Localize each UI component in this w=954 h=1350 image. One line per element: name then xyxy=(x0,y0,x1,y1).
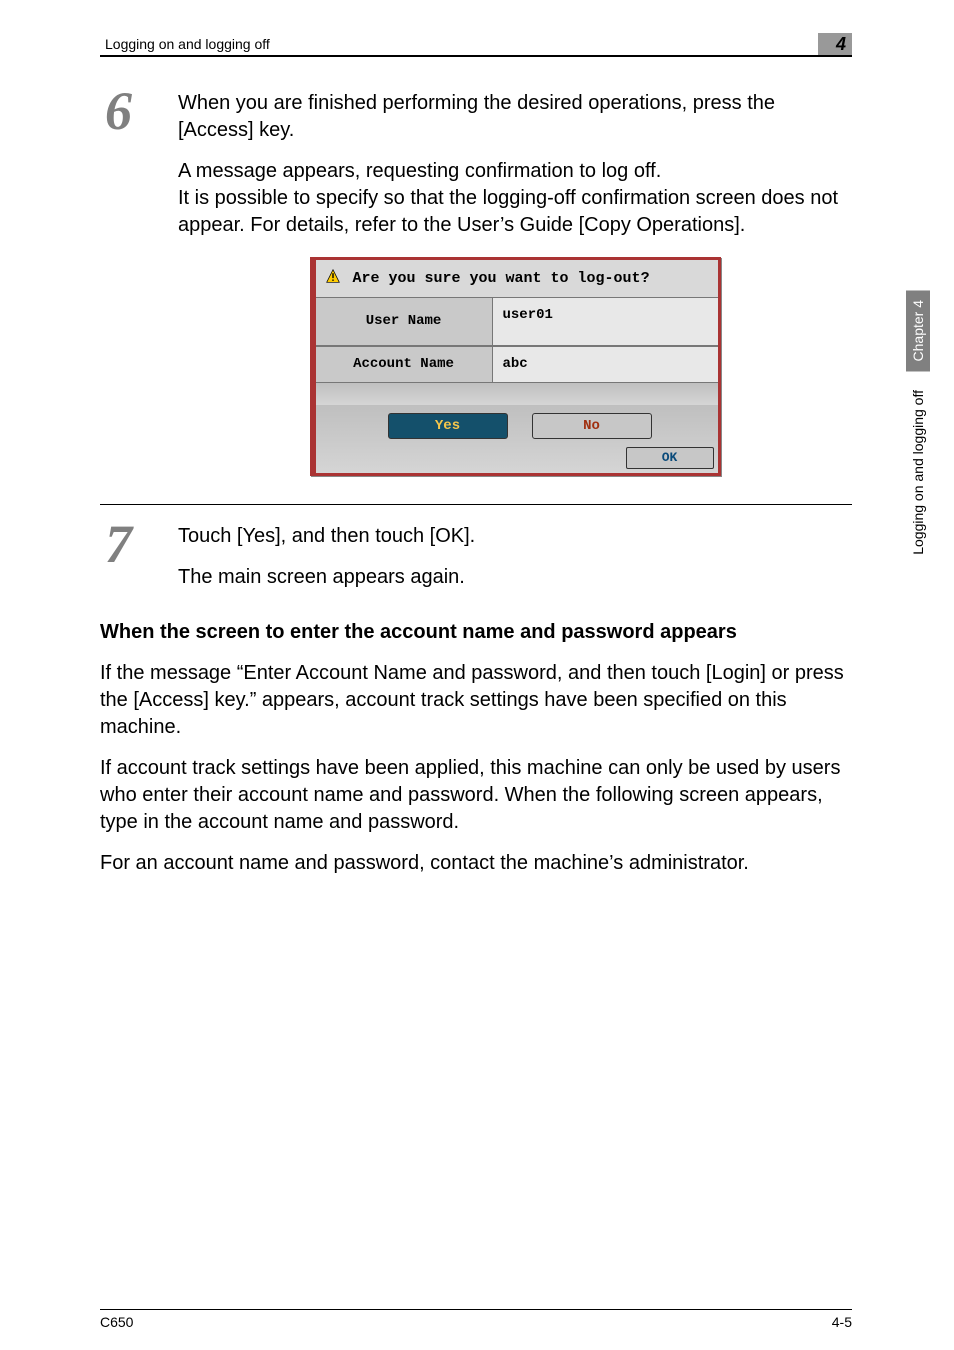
user-name-label: User Name xyxy=(316,297,493,346)
dialog-title: Are you sure you want to log-out? xyxy=(353,270,650,287)
side-tab-chapter: Chapter 4 xyxy=(906,290,930,371)
footer-model: C650 xyxy=(100,1314,133,1330)
account-name-label: Account Name xyxy=(316,346,493,383)
running-header: Logging on and logging off xyxy=(105,36,270,52)
footer-page-number: 4-5 xyxy=(832,1314,852,1330)
logout-confirm-dialog: Are you sure you want to log-out? User N… xyxy=(310,257,721,476)
step-6-text-2: A message appears, requesting confirmati… xyxy=(178,158,852,185)
header-rule xyxy=(100,55,852,57)
ok-button[interactable]: OK xyxy=(626,447,714,469)
side-tab-section: Logging on and logging off xyxy=(906,380,930,565)
yes-button[interactable]: Yes xyxy=(388,413,508,439)
step-number-7: 7 xyxy=(105,513,132,575)
step-7-text-2: The main screen appears again. xyxy=(178,564,852,591)
section2-p3: For an account name and password, contac… xyxy=(100,850,852,877)
step-divider xyxy=(100,504,852,505)
step-7-text-1: Touch [Yes], and then touch [OK]. xyxy=(178,523,852,550)
chapter-number-tab: 4 xyxy=(818,33,852,55)
account-name-value: abc xyxy=(493,346,718,383)
section2-p2: If account track settings have been appl… xyxy=(100,755,852,836)
step-6-text-3: It is possible to specify so that the lo… xyxy=(178,185,852,239)
section2-p1: If the message “Enter Account Name and p… xyxy=(100,660,852,741)
subsection-heading: When the screen to enter the account nam… xyxy=(100,621,852,644)
step-number-6: 6 xyxy=(105,80,132,142)
warning-icon xyxy=(326,268,340,288)
footer-rule xyxy=(100,1309,852,1310)
user-name-value: user01 xyxy=(493,297,718,346)
no-button[interactable]: No xyxy=(532,413,652,439)
step-6-text-1: When you are finished performing the des… xyxy=(178,90,852,144)
